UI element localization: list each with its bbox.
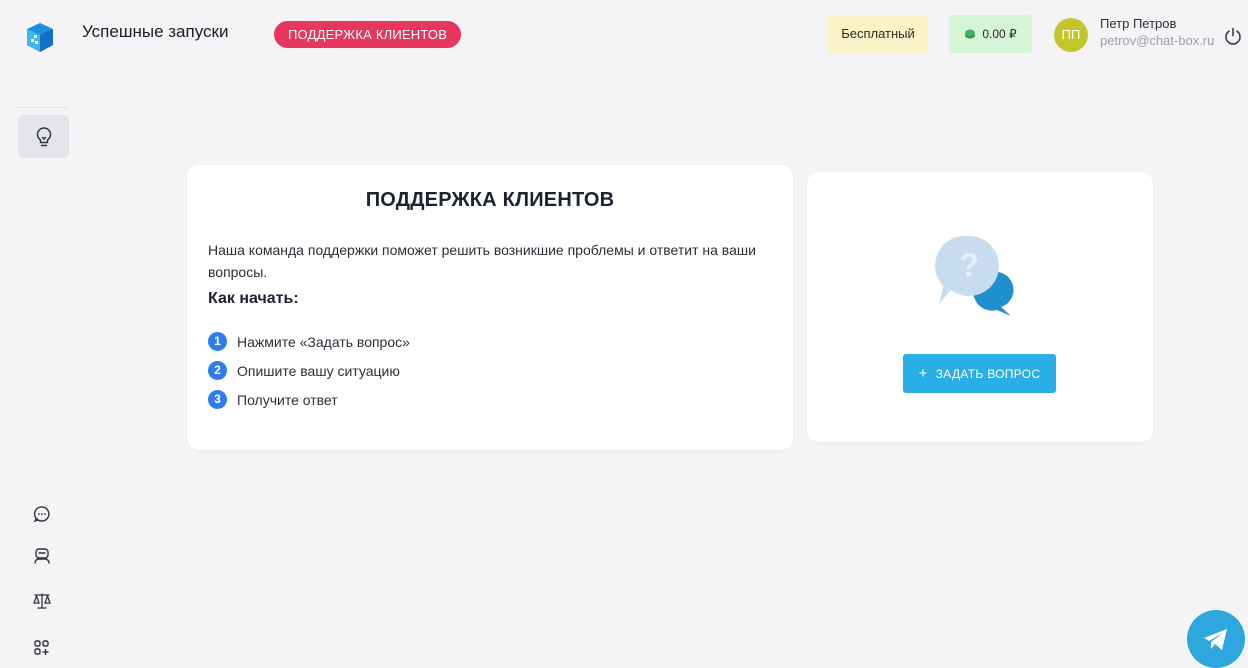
ask-question-card: ? + ЗАДАТЬ ВОПРОС <box>807 172 1153 442</box>
scales-icon <box>33 593 51 609</box>
step-number: 2 <box>208 361 227 380</box>
top-bar: Успешные запуски ПОДДЕРЖКА КЛИЕНТОВ Бесп… <box>0 0 1248 72</box>
chat-bubble-icon <box>33 506 50 523</box>
list-item: 1 Нажмите «Задать вопрос» <box>208 327 410 356</box>
step-text: Нажмите «Задать вопрос» <box>237 333 410 350</box>
balance-badge[interactable]: 0.00 ₽ <box>949 15 1032 53</box>
telegram-icon <box>1204 629 1227 650</box>
ask-question-label: ЗАДАТЬ ВОПРОС <box>935 366 1041 381</box>
robot-icon <box>34 548 50 564</box>
card-subtitle: Как начать: <box>208 290 299 307</box>
balance-value: 0.00 ₽ <box>982 27 1017 41</box>
apps-add-icon <box>34 640 49 655</box>
sidebar-item-chat[interactable] <box>31 503 53 525</box>
power-icon[interactable] <box>1223 26 1243 46</box>
telegram-button[interactable] <box>1187 610 1245 668</box>
plus-icon: + <box>918 365 928 382</box>
app-title: Успешные запуски <box>82 22 229 41</box>
steps-list: 1 Нажмите «Задать вопрос» 2 Опишите вашу… <box>208 327 410 414</box>
card-title: ПОДДЕРЖКА КЛИЕНТОВ <box>365 189 615 211</box>
list-item: 2 Опишите вашу ситуацию <box>208 356 410 385</box>
sidebar-divider <box>18 107 69 108</box>
sidebar-item-ideas[interactable] <box>18 115 69 158</box>
support-info-card: ПОДДЕРЖКА КЛИЕНТОВ Наша команда поддержк… <box>187 165 793 450</box>
step-text: Получите ответ <box>237 391 338 408</box>
sidebar-item-apps[interactable] <box>31 637 53 659</box>
user-email: petrov@chat-box.ru <box>1100 33 1215 48</box>
sidebar-item-bots[interactable] <box>31 545 53 567</box>
step-number: 1 <box>208 332 227 351</box>
step-text: Опишите вашу ситуацию <box>237 362 400 379</box>
section-badge: ПОДДЕРЖКА КЛИЕНТОВ <box>274 21 462 48</box>
lightbulb-icon <box>36 126 51 146</box>
plan-badge[interactable]: Бесплатный <box>828 15 928 53</box>
user-name: Петр Петров <box>1100 16 1177 31</box>
app-logo-icon[interactable] <box>23 20 57 54</box>
svg-text:?: ? <box>959 247 979 283</box>
list-item: 3 Получите ответ <box>208 385 410 414</box>
avatar[interactable]: ПП <box>1054 18 1088 52</box>
coins-icon <box>965 29 976 39</box>
step-number: 3 <box>208 390 227 409</box>
question-bubbles-icon: ? <box>935 234 1025 324</box>
card-description: Наша команда поддержки поможет решить во… <box>208 242 756 280</box>
sidebar-item-legal[interactable] <box>31 590 53 612</box>
ask-question-button[interactable]: + ЗАДАТЬ ВОПРОС <box>903 354 1056 393</box>
